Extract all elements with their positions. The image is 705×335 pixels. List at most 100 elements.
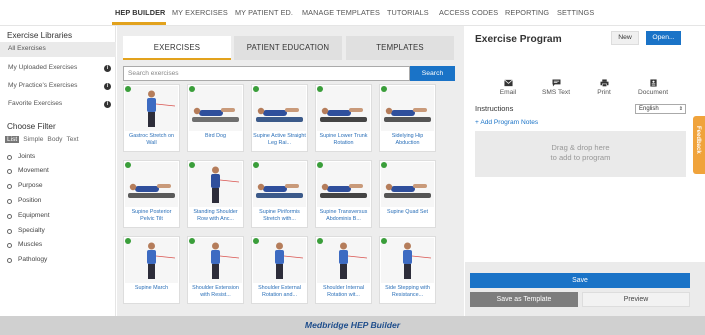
exercise-thumbnail [253, 238, 306, 283]
exercise-card[interactable]: Supine Lower Trunk Rotation [315, 84, 372, 152]
exercise-name: Shoulder Extension with Resist... [192, 285, 239, 298]
exercise-card[interactable]: Supine March [123, 236, 180, 304]
new-program-button[interactable]: New [611, 31, 639, 45]
program-footer-area [465, 262, 705, 316]
print-action[interactable]: Print [584, 79, 624, 96]
exercise-card[interactable]: Shoulder Extension with Resist... [187, 236, 244, 304]
exercise-name: Sidelying Hip Abduction [391, 133, 424, 146]
exercise-card[interactable]: Shoulder Internal Rotation wit... [315, 236, 372, 304]
nav-settings[interactable]: SETTINGS [557, 8, 594, 17]
tab-exercises[interactable]: EXERCISES [123, 36, 231, 60]
document-action[interactable]: Document [633, 79, 673, 96]
nav-my-exercises[interactable]: MY EXERCISES [172, 8, 228, 17]
radio-icon [7, 229, 12, 234]
exercise-thumbnail [125, 162, 178, 207]
exercise-card[interactable]: Gastroc Stretch on Wall [123, 84, 180, 152]
email-action[interactable]: Email [488, 79, 528, 96]
filter-tab-simple[interactable]: Simple [23, 136, 43, 143]
filter-joints[interactable]: Joints [7, 153, 107, 165]
drop-zone[interactable]: Drag & drop here to add to program [475, 131, 686, 177]
info-icon[interactable]: i [104, 65, 111, 72]
add-program-notes-link[interactable]: + Add Program Notes [475, 119, 538, 126]
exercise-thumbnail [189, 86, 242, 131]
library-label: Favorite Exercises [8, 100, 63, 107]
tab-templates[interactable]: TEMPLATES [346, 36, 454, 60]
exercise-figure-icon [147, 90, 176, 127]
exercise-figure-icon [256, 183, 303, 198]
nav-access-codes[interactable]: ACCESS CODES [439, 8, 498, 17]
exercise-figure-icon [384, 183, 431, 198]
check-icon [317, 86, 323, 92]
filter-equipment[interactable]: Equipment [7, 212, 107, 224]
filter-tab-text[interactable]: Text [66, 136, 78, 143]
info-icon[interactable]: i [104, 83, 111, 90]
library-label: My Practice's Exercises [8, 82, 78, 89]
exercise-card[interactable]: Side Stepping with Resistance... [379, 236, 436, 304]
exercise-name: Supine Transversus Abdominis B... [319, 209, 368, 222]
nav-hep-builder[interactable]: HEP BUILDER [115, 8, 165, 17]
filter-position[interactable]: Position [7, 197, 107, 209]
filter-label: Position [18, 197, 42, 204]
check-icon [253, 86, 259, 92]
check-icon [125, 162, 131, 168]
library-all-exercises[interactable]: All Exercises [0, 42, 116, 57]
filter-label: Joints [18, 153, 36, 160]
exercise-card[interactable]: Standing Shoulder Row with Anc... [187, 160, 244, 228]
exercise-thumbnail [317, 86, 370, 131]
preview-button[interactable]: Preview [582, 292, 690, 307]
sidebar: Exercise Libraries All Exercises My Uplo… [0, 26, 116, 316]
filter-tab-body[interactable]: Body [47, 136, 62, 143]
drop-zone-line: to add to program [550, 153, 611, 162]
exercise-name: Supine Lower Trunk Rotation [319, 133, 368, 146]
library-my-uploaded[interactable]: My Uploaded Exercises i [0, 61, 116, 76]
nav-tutorials[interactable]: TUTORIALS [387, 8, 429, 17]
radio-icon [7, 258, 12, 263]
language-select[interactable]: English ⇕ [635, 104, 686, 114]
check-icon [253, 162, 259, 168]
sms-action[interactable]: SMS Text [536, 79, 576, 96]
exercise-card[interactable]: Supine Active Straight Leg Rai... [251, 84, 308, 152]
feedback-tab[interactable]: Feedback [693, 116, 705, 174]
exercise-figure-icon [384, 107, 431, 122]
exercise-card[interactable]: Supine Posterior Pelvic Tilt [123, 160, 180, 228]
open-program-button[interactable]: Open... [646, 31, 681, 45]
check-icon [381, 238, 387, 244]
filter-muscles[interactable]: Muscles [7, 241, 107, 253]
library-my-practice[interactable]: My Practice's Exercises i [0, 79, 116, 94]
filter-purpose[interactable]: Purpose [7, 182, 107, 194]
exercise-card[interactable]: Shoulder External Rotation and... [251, 236, 308, 304]
save-button[interactable]: Save [470, 273, 690, 288]
exercise-card[interactable]: Supine Transversus Abdominis B... [315, 160, 372, 228]
drop-zone-line: Drag & drop here [551, 143, 610, 152]
library-favorite[interactable]: Favorite Exercises i [0, 97, 116, 112]
exercise-card[interactable]: Bird Dog [187, 84, 244, 152]
check-icon [253, 238, 259, 244]
filter-specialty[interactable]: Specialty [7, 227, 107, 239]
filter-pathology[interactable]: Pathology [7, 256, 107, 268]
action-label: Print [597, 89, 611, 96]
info-icon[interactable]: i [104, 101, 111, 108]
program-title: Exercise Program [475, 34, 562, 45]
search-button[interactable]: Search [410, 66, 455, 81]
nav-manage-templates[interactable]: MANAGE TEMPLATES [302, 8, 380, 17]
exercise-thumbnail [253, 86, 306, 131]
exercise-card[interactable]: Sidelying Hip Abduction [379, 84, 436, 152]
check-icon [381, 162, 387, 168]
printer-icon [600, 79, 608, 87]
exercise-thumbnail [317, 162, 370, 207]
exercise-card[interactable]: Supine Quad Set [379, 160, 436, 228]
exercise-figure-icon [147, 242, 176, 279]
nav-reporting[interactable]: REPORTING [505, 8, 549, 17]
filter-tab-list[interactable]: List [5, 136, 20, 143]
filter-movement[interactable]: Movement [7, 167, 107, 179]
envelope-icon [503, 79, 513, 87]
language-value: English [639, 106, 659, 112]
tab-patient-education[interactable]: PATIENT EDUCATION [234, 36, 342, 60]
exercise-figure-icon [275, 242, 304, 279]
radio-icon [7, 243, 12, 248]
chat-icon [552, 79, 560, 87]
save-as-template-button[interactable]: Save as Template [470, 292, 578, 307]
exercise-card[interactable]: Supine Piriformis Stretch with... [251, 160, 308, 228]
nav-my-patient-ed[interactable]: MY PATIENT ED. [235, 8, 293, 17]
search-input[interactable] [123, 66, 410, 81]
